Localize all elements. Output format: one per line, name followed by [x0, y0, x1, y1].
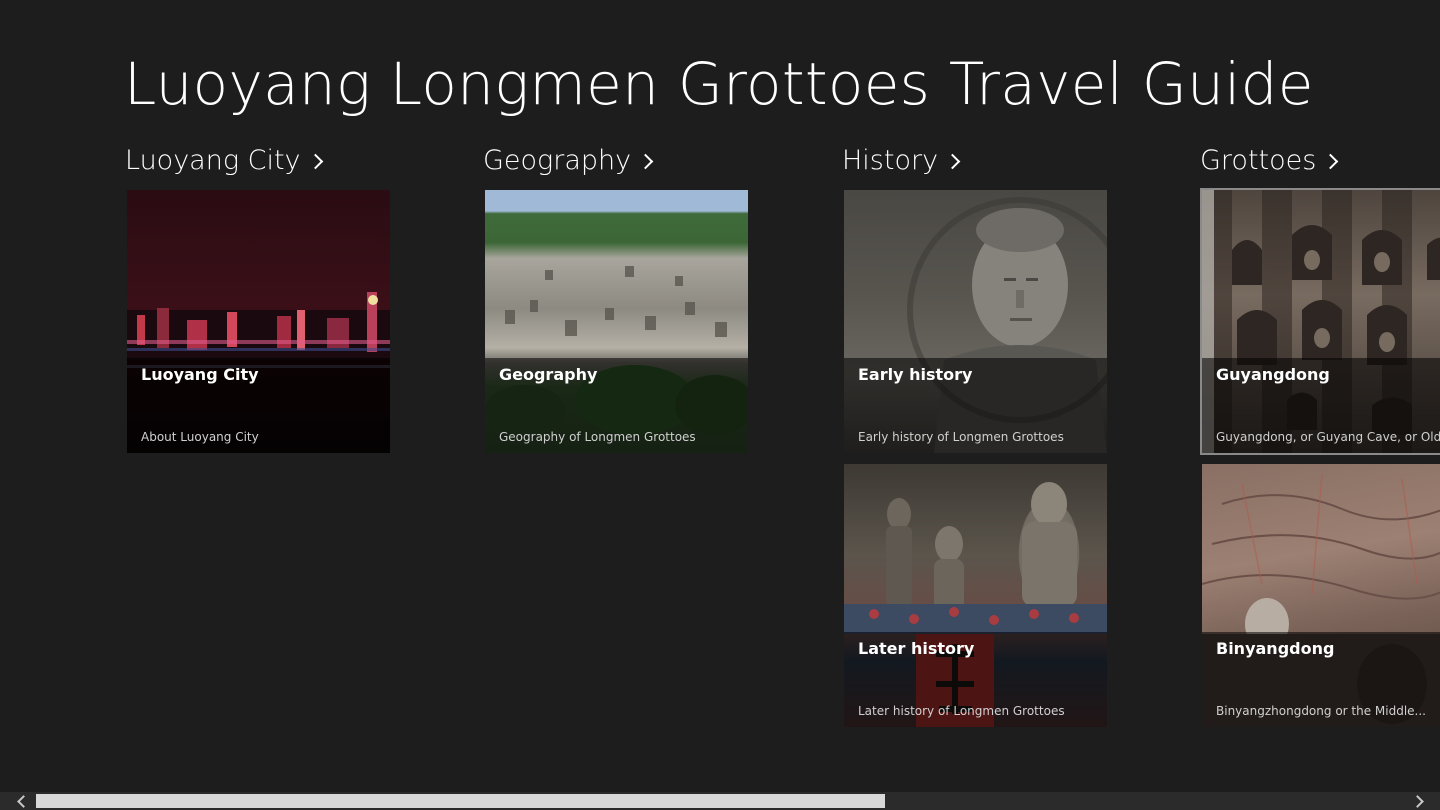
- tile-subtitle: Early history of Longmen Grottoes: [858, 430, 1064, 444]
- chevron-right-icon: [1410, 794, 1424, 808]
- chevron-right-icon: [637, 153, 654, 170]
- tile-subtitle: Later history of Longmen Grottoes: [858, 704, 1065, 718]
- tile-title: Geography: [499, 365, 598, 384]
- horizontal-scrollbar[interactable]: [0, 792, 1440, 810]
- group-history: History: [842, 140, 961, 180]
- tile-luoyang-city[interactable]: Luoyang City About Luoyang City: [127, 190, 390, 453]
- tile-title: Guyangdong: [1216, 365, 1330, 384]
- group-header-label: Grottoes: [1200, 144, 1317, 176]
- group-geography: Geography: [483, 140, 654, 180]
- tile-subtitle: Geography of Longmen Grottoes: [499, 430, 696, 444]
- scroll-left-button[interactable]: [6, 792, 36, 810]
- group-header-luoyang-city[interactable]: Luoyang City: [125, 140, 323, 180]
- group-luoyang-city: Luoyang City: [125, 140, 323, 180]
- tile-subtitle: About Luoyang City: [141, 430, 259, 444]
- tile-guyangdong[interactable]: Guyangdong Guyangdong, or Guyang Cave, o…: [1200, 188, 1440, 455]
- tile-title: Binyangdong: [1216, 639, 1335, 658]
- chevron-right-icon: [944, 153, 961, 170]
- scrollbar-thumb[interactable]: [36, 794, 885, 808]
- chevron-left-icon: [16, 794, 30, 808]
- group-header-history[interactable]: History: [842, 140, 961, 180]
- group-header-geography[interactable]: Geography: [483, 140, 654, 180]
- group-header-label: History: [842, 144, 939, 176]
- chevron-right-icon: [1323, 153, 1339, 170]
- tile-title: Later history: [858, 639, 975, 658]
- tile-later-history[interactable]: Later history Later history of Longmen G…: [844, 464, 1107, 727]
- chevron-right-icon: [307, 153, 323, 170]
- group-header-label: Geography: [483, 144, 632, 176]
- app-window: Luoyang Longmen Grottoes Travel Guide Lu…: [0, 0, 1440, 810]
- group-header-grottoes[interactable]: Grottoes: [1200, 140, 1339, 180]
- tile-subtitle: Binyangzhongdong or the Middle...: [1216, 704, 1426, 718]
- tile-early-history[interactable]: Early history Early history of Longmen G…: [844, 190, 1107, 453]
- tile-geography[interactable]: Geography Geography of Longmen Grottoes: [485, 190, 748, 453]
- group-header-label: Luoyang City: [125, 144, 301, 176]
- tile-subtitle: Guyangdong, or Guyang Cave, or Old...: [1216, 430, 1440, 444]
- tile-title: Luoyang City: [141, 365, 259, 384]
- group-grottoes: Grottoes: [1200, 140, 1339, 180]
- tile-title: Early history: [858, 365, 973, 384]
- scroll-right-button[interactable]: [1404, 792, 1434, 810]
- page-title: Luoyang Longmen Grottoes Travel Guide: [124, 50, 1314, 118]
- tile-binyangdong[interactable]: Binyangdong Binyangzhongdong or the Midd…: [1202, 464, 1440, 727]
